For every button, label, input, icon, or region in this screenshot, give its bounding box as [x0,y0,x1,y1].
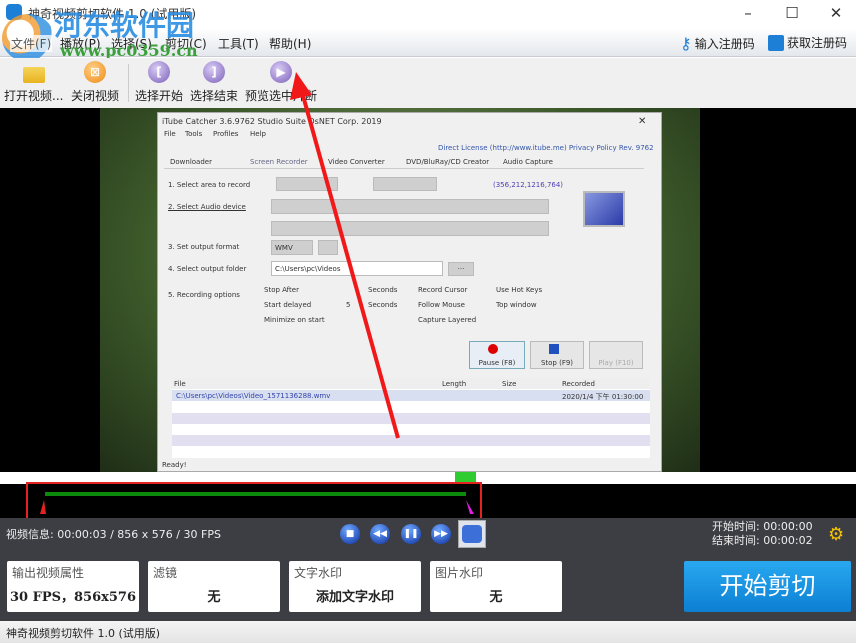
select-start-button[interactable]: [ 选择开始 [135,61,183,104]
frame-seconds: Seconds [368,301,398,309]
select-start-label: 选择开始 [135,89,184,103]
card-value: 无 [207,590,221,605]
maximize-button[interactable]: ☐ [772,2,812,24]
frame-col: Length [442,380,467,388]
frame-tab: Screen Recorder [250,158,308,166]
frame-option: Use Hot Keys [496,286,543,294]
selection-times: 开始时间: 00:00:00 结束时间: 00:00:02 [712,520,813,548]
frame-close-icon: ✕ [638,116,647,127]
enter-code-label: 输入注册码 [694,37,755,51]
menu-file[interactable]: 文件(F) [10,35,53,52]
video-info: 视频信息: 00:00:03 / 856 x 576 / 30 FPS [6,528,221,541]
snapshot-button[interactable] [458,520,486,548]
close-video-icon: ⊠ [84,61,106,83]
menu-help[interactable]: 帮助(H) [269,35,311,52]
key-icon: ⚷ [680,34,692,53]
frame-step: 4. Select output folder [168,265,247,273]
frame-row-file: C:\Users\pc\Videos\Video_1571136288.wmv [176,392,331,400]
frame-format: WMV [271,240,313,255]
filter-card[interactable]: 滤镜无 [148,561,280,612]
frame-tab: Video Converter [328,158,385,166]
close-button[interactable]: ✕ [816,2,856,24]
video-preview[interactable]: iTube Catcher 3.6.9762 Studio Suite DsNE… [0,108,856,472]
frame-tab: DVD/BluRay/CD Creator [406,158,490,166]
status-bar: 神奇视频剪切软件 1.0 (试用版) [0,621,856,643]
frame-step: 3. Set output format [168,243,240,251]
frame-option: Minimize on start [264,316,325,324]
play-icon: ▶ [270,61,292,83]
start-cut-button[interactable]: 开始剪切 [684,561,851,612]
frame-option: Follow Mouse [418,301,465,309]
frame-option: Stop After [264,286,299,294]
frame-tab: Audio Capture [503,158,553,166]
frame-menu: File [164,130,176,138]
frame-status: Ready! [162,461,187,469]
frame-seconds: Seconds [368,286,398,294]
frame-row-date: 2020/1/4 下午 01:30:00 [562,393,644,401]
frame-menu: Profiles [213,130,239,138]
frame-menu: Help [250,130,266,138]
preview-label: 预览选中片断 [245,89,318,103]
frame-title: iTube Catcher 3.6.9762 Studio Suite DsNE… [162,117,382,126]
pause-button[interactable]: ❚❚ [401,524,421,544]
forward-button[interactable]: ▶▶ [431,524,451,544]
select-end-label: 选择结束 [190,89,239,103]
minimize-button[interactable]: – [728,2,768,24]
bracket-right-icon: ] [203,61,225,83]
text-watermark-card[interactable]: 文字水印添加文字水印 [289,561,421,612]
card-label: 输出视频属性 [12,566,85,580]
toolbar-divider [128,64,129,102]
frame-license: Direct License (http://www.itube.me) Pri… [438,144,654,152]
annotation-highlight-box [26,482,482,520]
frame-option: Start delayed [264,301,312,309]
frame-option: Top window [496,301,537,309]
frame-col: Size [502,380,517,388]
open-video-label: 打开视频... [4,89,64,103]
rewind-button[interactable]: ◀◀ [370,524,390,544]
image-watermark-card[interactable]: 图片水印无 [430,561,562,612]
gear-icon[interactable]: ⚙ [828,524,844,545]
preview-selection-button[interactable]: ▶ 预览选中片断 [245,61,317,104]
frame-tab: Downloader [170,158,212,166]
select-end-button[interactable]: ] 选择结束 [190,61,238,104]
card-value: 添加文字水印 [315,590,394,605]
open-video-button[interactable]: 打开视频... [4,61,63,104]
frame-step: 5. Recording options [168,291,240,299]
frame-monitor-icon [583,191,625,227]
stop-button[interactable]: ■ [340,524,360,544]
frame-play-button: Play (F10) [589,341,643,369]
card-value: 无 [489,590,503,605]
end-time: 结束时间: 00:00:02 [712,534,813,547]
frame-option: Record Cursor [418,286,468,294]
frame-step: 1. Select area to record [168,181,251,189]
frame-menu: Tools [185,130,203,138]
folder-open-icon [22,67,45,83]
bracket-left-icon: [ [148,61,170,83]
get-code-label: 获取注册码 [787,36,848,50]
card-value: 30 FPS，856x576 [9,590,137,605]
frame-coords: (356,212,1216,764) [493,181,564,189]
close-video-button[interactable]: ⊠ 关闭视频 [71,61,119,104]
output-properties-card[interactable]: 输出视频属性 30 FPS，856x576 [7,561,139,612]
watermark-name: 河东软件园 [54,9,195,42]
menu-tools[interactable]: 工具(T) [218,35,259,52]
frame-option: Capture Layered [418,316,477,324]
video-frame-screenshot: iTube Catcher 3.6.9762 Studio Suite DsNE… [157,112,662,472]
frame-col: File [174,380,186,388]
card-label: 图片水印 [435,566,484,580]
frame-delay: 5 [346,301,351,309]
card-label: 滤镜 [153,566,178,580]
close-video-label: 关闭视频 [71,89,120,103]
get-code-button[interactable]: 获取注册码 [768,34,847,51]
frame-folder: C:\Users\pc\Videos [271,261,443,276]
frame-col: Recorded [562,380,595,388]
start-time: 开始时间: 00:00:00 [712,520,813,533]
frame-step: 2. Select Audio device [168,203,246,211]
gift-icon [768,34,784,51]
card-label: 文字水印 [294,566,343,580]
enter-code-button[interactable]: ⚷ 输入注册码 [680,34,755,53]
camera-icon [462,525,482,543]
